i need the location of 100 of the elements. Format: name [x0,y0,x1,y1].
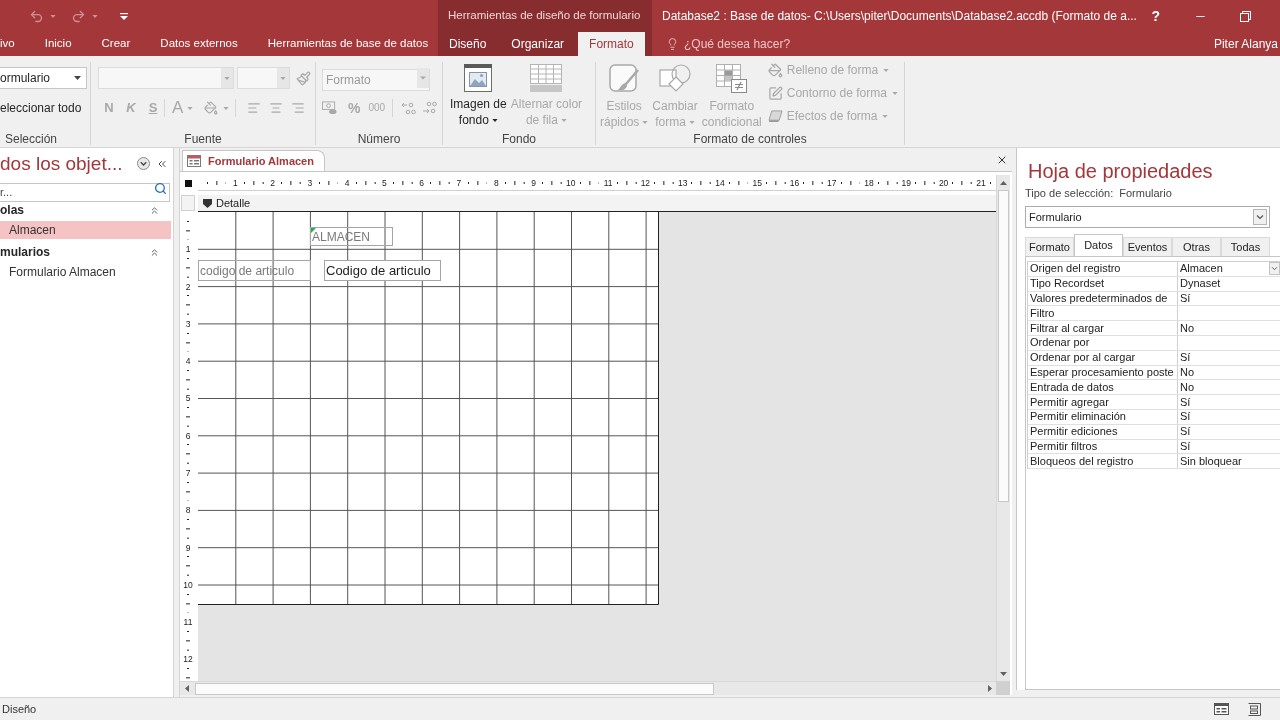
scroll-down-icon[interactable] [1000,671,1007,676]
selector-square-icon[interactable] [184,179,192,187]
property-value[interactable]: Sí [1180,351,1191,365]
redo-icon[interactable] [71,8,86,24]
lightbulb-icon [666,37,679,51]
ruler-number: 8 [493,177,499,188]
user-name[interactable]: Piter Alanya [1213,35,1278,53]
section-marker-icon [203,198,212,208]
select-all-button[interactable]: eleccionar todo [0,99,82,117]
customize-toolbar-icon[interactable] [120,12,128,20]
property-value[interactable]: Sí [1180,292,1191,305]
currency-icon[interactable] [322,101,337,115]
section-label: Detalle [216,195,251,211]
scroll-left-icon[interactable] [184,685,189,692]
chevrons-up-icon[interactable] [149,246,160,258]
ruler-ticks [952,180,973,185]
nav-item[interactable]: Almacen [0,221,171,239]
property-value[interactable]: Sí [1180,410,1191,424]
section-selector[interactable] [181,195,195,211]
document-tab[interactable]: Formulario Almacen [182,150,325,171]
increase-decimals-icon[interactable] [401,101,418,115]
ribbon-group-label: Formato de controles [693,131,807,147]
property-value[interactable]: No [1180,365,1195,379]
property-name: Filtro [1030,306,1055,320]
chevrons-up-icon[interactable] [149,204,160,216]
property-value[interactable]: Dynaset [1180,277,1221,291]
property-value[interactable]: Sí [1180,425,1191,439]
property-value[interactable]: Sí [1180,395,1191,409]
window-title: Database2 : Base de datos- C:\Users\piter\Documents\Database2.accdb (Formato de a... [661,8,1137,25]
ruler-number: 14 [715,177,725,188]
ruler-ticks [393,180,413,185]
caret-icon [74,76,81,80]
property-value[interactable]: Sin bloquear [1180,454,1242,468]
property-value[interactable]: No [1180,321,1195,335]
close-icon[interactable] [996,154,1008,166]
ruler-number: 9 [185,542,191,553]
search-icon[interactable] [154,182,167,195]
form-icon [187,155,201,167]
shape-shadow-icon [767,109,783,123]
ruler-number: 1 [232,177,238,188]
form-view-icon[interactable] [1214,703,1229,715]
ruler-ticks [915,180,935,185]
caret-icon [280,76,286,80]
ribbon-tab[interactable]: Formato [578,32,645,56]
ribbon-group-label: Selección [5,131,58,147]
text-box-control[interactable]: Codigo de articulo [324,260,441,281]
ribbon-tab[interactable]: ivo [0,32,27,56]
fill-color-icon[interactable] [204,101,219,115]
nav-group-header[interactable]: mularios [0,243,50,261]
ribbon-tab[interactable]: Crear [89,32,143,56]
search-field[interactable]: r... [0,182,170,202]
ruler-number: 11 [183,617,193,628]
undo-icon[interactable] [29,8,44,24]
property-tab[interactable]: Formato [1025,237,1074,256]
format-painter-icon[interactable] [296,70,311,86]
pencil-square-icon [767,85,783,101]
ruler-number: 8 [185,505,191,516]
align-center-icon[interactable] [269,101,284,115]
object-dropdown[interactable]: ormulario [0,67,87,89]
background-image-button[interactable]: Imagen de fondo [448,56,509,128]
property-tab[interactable]: Eventos [1123,237,1172,256]
scroll-up-icon[interactable] [1000,180,1007,185]
ribbon-tab[interactable]: Inicio [32,32,84,56]
decrease-decimals-icon[interactable] [421,101,438,115]
property-tab[interactable]: Todas [1221,237,1270,256]
caret-icon [223,106,230,110]
scroll-thumb[interactable] [195,682,714,695]
panel-title: Hoja de propiedades [1027,159,1214,184]
ruler-number: 12 [183,654,193,665]
align-left-icon[interactable] [247,101,262,115]
table-not-equal-icon [715,64,748,94]
property-name: Filtrar al cargar [1030,321,1104,335]
property-value[interactable]: No [1180,380,1195,394]
property-tab[interactable]: Otras [1172,237,1221,256]
object-selector[interactable]: Formulario [1025,206,1270,228]
scroll-thumb[interactable] [998,190,1009,502]
ribbon-tab[interactable]: Organizar [500,32,576,56]
property-value[interactable]: Sí [1180,439,1191,453]
restore-icon[interactable] [1240,10,1251,22]
ribbon-tab[interactable]: Datos externos [148,32,250,56]
property-tab[interactable]: Datos [1074,234,1123,256]
property-value[interactable]: Almacen [1180,262,1223,276]
ribbon-tab[interactable]: Diseño [438,32,498,56]
property-name: Permitir agregar [1030,395,1109,409]
dropdown-circle-icon[interactable] [137,157,150,170]
tell-me-field[interactable]: ¿Qué desea hacer? [684,35,796,53]
scroll-right-icon[interactable] [987,685,992,692]
ruler-number: 6 [185,430,191,441]
ribbon-tab[interactable]: Herramientas de base de datos [255,32,441,56]
align-right-icon[interactable] [291,101,306,115]
ruler-ticks [766,180,786,185]
help-button[interactable]: ? [1149,8,1162,24]
nav-group-header[interactable]: olas [0,201,24,219]
horizontal-scrollbar[interactable] [180,681,996,695]
design-layout-icon[interactable] [1248,702,1261,716]
vertical-scrollbar[interactable] [996,175,1010,681]
property-name: Ordenar por al cargar [1030,351,1136,365]
ruler-number: 4 [185,356,191,367]
pane-title[interactable]: dos los objet... [0,151,123,176]
section-header[interactable]: Detalle [198,195,996,212]
